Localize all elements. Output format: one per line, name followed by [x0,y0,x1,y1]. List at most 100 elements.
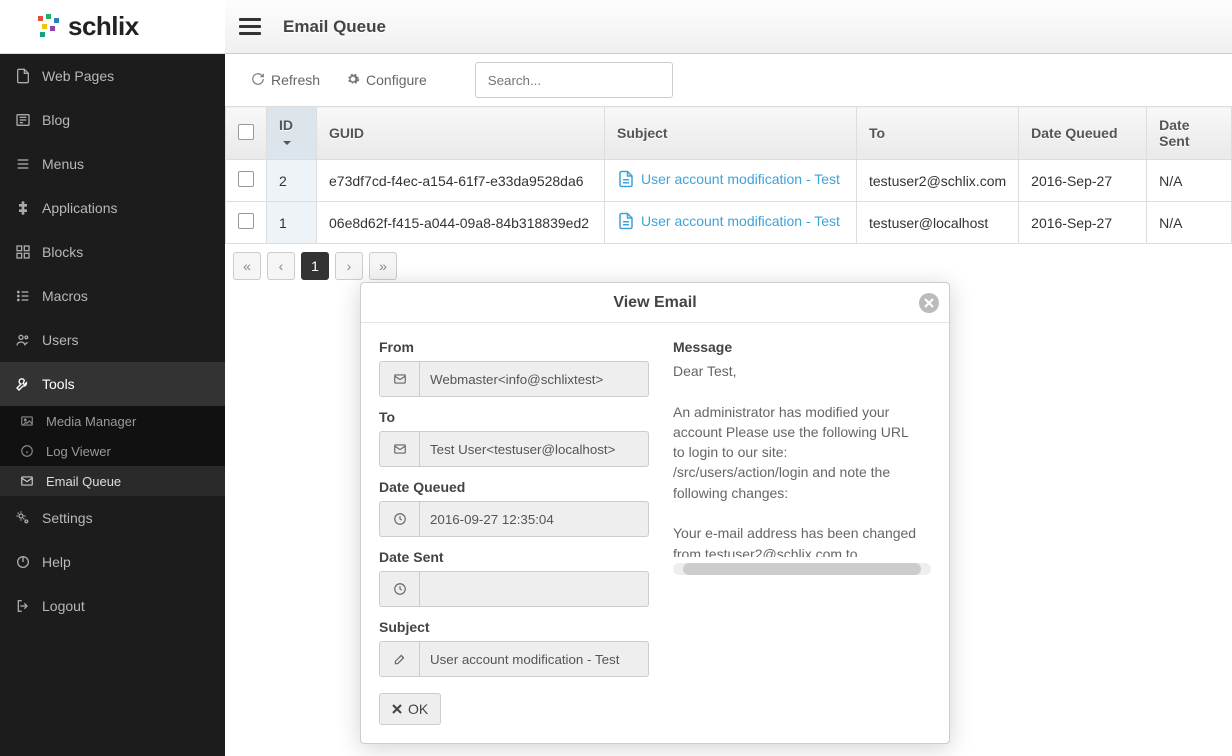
sort-desc-icon [283,141,291,149]
ok-button[interactable]: OK [379,693,441,725]
sidebar-item-label: Tools [42,376,75,392]
configure-button[interactable]: Configure [338,66,435,95]
message-body[interactable]: Dear Test, An administrator has modified… [673,361,931,557]
col-date-queued[interactable]: Date Queued [1019,107,1147,160]
envelope-icon [379,361,419,397]
sidebar-item-users[interactable]: Users [0,318,225,362]
queued-label: Date Queued [379,479,649,495]
to-field [419,431,649,467]
info-icon [18,444,36,458]
sent-label: Date Sent [379,549,649,565]
sidebar-item-label: Log Viewer [46,444,111,459]
sidebar-sub-log-viewer[interactable]: Log Viewer [0,436,225,466]
sidebar-item-help[interactable]: Help [0,540,225,584]
gear-icon [346,72,360,89]
cell-guid: e73df7cd-f4ec-a154-61f7-e33da9528da6 [317,160,605,202]
list-bullet-icon [14,288,32,304]
horizontal-scrollbar[interactable] [673,563,931,575]
grid-icon [14,244,32,260]
pagination-page-1[interactable]: 1 [301,252,329,280]
list-icon [14,156,32,172]
select-all-checkbox[interactable] [238,124,254,140]
data-table: ID GUID Subject To Date Queued Date Sent… [225,106,1232,288]
sidebar-item-label: Logout [42,598,85,614]
power-icon [14,554,32,570]
pagination-next[interactable]: › [335,252,363,280]
sidebar-item-label: Media Manager [46,414,136,429]
sidebar-item-label: Applications [42,200,118,216]
puzzle-icon [14,200,32,216]
cell-id: 2 [267,160,317,202]
page-title: Email Queue [283,17,386,37]
sidebar-item-menus[interactable]: Menus [0,142,225,186]
subject-link[interactable]: User account modification - Test [617,170,840,188]
cell-to: testuser2@schlix.com [857,160,1019,202]
close-icon [392,701,402,717]
sidebar-sub-media-manager[interactable]: Media Manager [0,406,225,436]
newspaper-icon [14,112,32,128]
sidebar-item-label: Blog [42,112,70,128]
topbar: Email Queue [225,0,1232,54]
sidebar: schlix Web Pages Blog Menus Applications… [0,0,225,756]
sidebar-sub-email-queue[interactable]: Email Queue [0,466,225,496]
sidebar-item-label: Web Pages [42,68,114,84]
logout-icon [14,598,32,614]
sidebar-item-blog[interactable]: Blog [0,98,225,142]
refresh-icon [251,72,265,89]
table-row[interactable]: 2 e73df7cd-f4ec-a154-61f7-e33da9528da6 U… [226,160,1232,202]
pagination-first[interactable]: « [233,252,261,280]
subject-label: Subject [379,619,649,635]
queued-field [419,501,649,537]
sidebar-item-logout[interactable]: Logout [0,584,225,628]
cell-date-sent: N/A [1147,202,1232,244]
hamburger-icon[interactable] [239,18,261,35]
view-email-modal: View Email From To Date Queued Date Sent [360,282,950,744]
col-id[interactable]: ID [267,107,317,160]
users-icon [14,332,32,348]
envelope-icon [379,431,419,467]
row-checkbox[interactable] [238,213,254,229]
modal-title: View Email [613,294,696,312]
sent-field [419,571,649,607]
subject-link[interactable]: User account modification - Test [617,212,840,230]
pagination-last[interactable]: » [369,252,397,280]
cell-to: testuser@localhost [857,202,1019,244]
sidebar-item-tools[interactable]: Tools [0,362,225,406]
col-guid[interactable]: GUID [317,107,605,160]
sidebar-item-blocks[interactable]: Blocks [0,230,225,274]
sidebar-item-label: Help [42,554,71,570]
subject-field [419,641,649,677]
cell-guid: 06e8d62f-f415-a044-09a8-84b318839ed2 [317,202,605,244]
image-icon [18,414,36,428]
sidebar-item-label: Menus [42,156,84,172]
table-row[interactable]: 1 06e8d62f-f415-a044-09a8-84b318839ed2 U… [226,202,1232,244]
wrench-icon [14,376,32,392]
sidebar-item-macros[interactable]: Macros [0,274,225,318]
sidebar-tools-submenu: Media Manager Log Viewer Email Queue [0,406,225,496]
envelope-icon [18,474,36,488]
sidebar-item-label: Settings [42,510,93,526]
search-input[interactable] [475,62,673,98]
toolbar: Refresh Configure [225,54,1232,106]
sidebar-item-applications[interactable]: Applications [0,186,225,230]
sidebar-item-label: Macros [42,288,88,304]
sidebar-item-settings[interactable]: Settings [0,496,225,540]
ok-label: OK [408,701,428,717]
pagination-prev[interactable]: ‹ [267,252,295,280]
modal-header: View Email [361,283,949,323]
sidebar-item-label: Users [42,332,79,348]
brand-logo[interactable]: schlix [0,0,225,54]
sidebar-item-label: Email Queue [46,474,121,489]
sidebar-item-label: Blocks [42,244,83,260]
sidebar-item-web-pages[interactable]: Web Pages [0,54,225,98]
col-date-sent[interactable]: Date Sent [1147,107,1232,160]
cell-id: 1 [267,202,317,244]
clock-icon [379,571,419,607]
col-to[interactable]: To [857,107,1019,160]
refresh-button[interactable]: Refresh [243,66,328,95]
refresh-label: Refresh [271,72,320,88]
from-label: From [379,339,649,355]
close-icon[interactable] [919,293,939,313]
col-subject[interactable]: Subject [605,107,857,160]
row-checkbox[interactable] [238,171,254,187]
